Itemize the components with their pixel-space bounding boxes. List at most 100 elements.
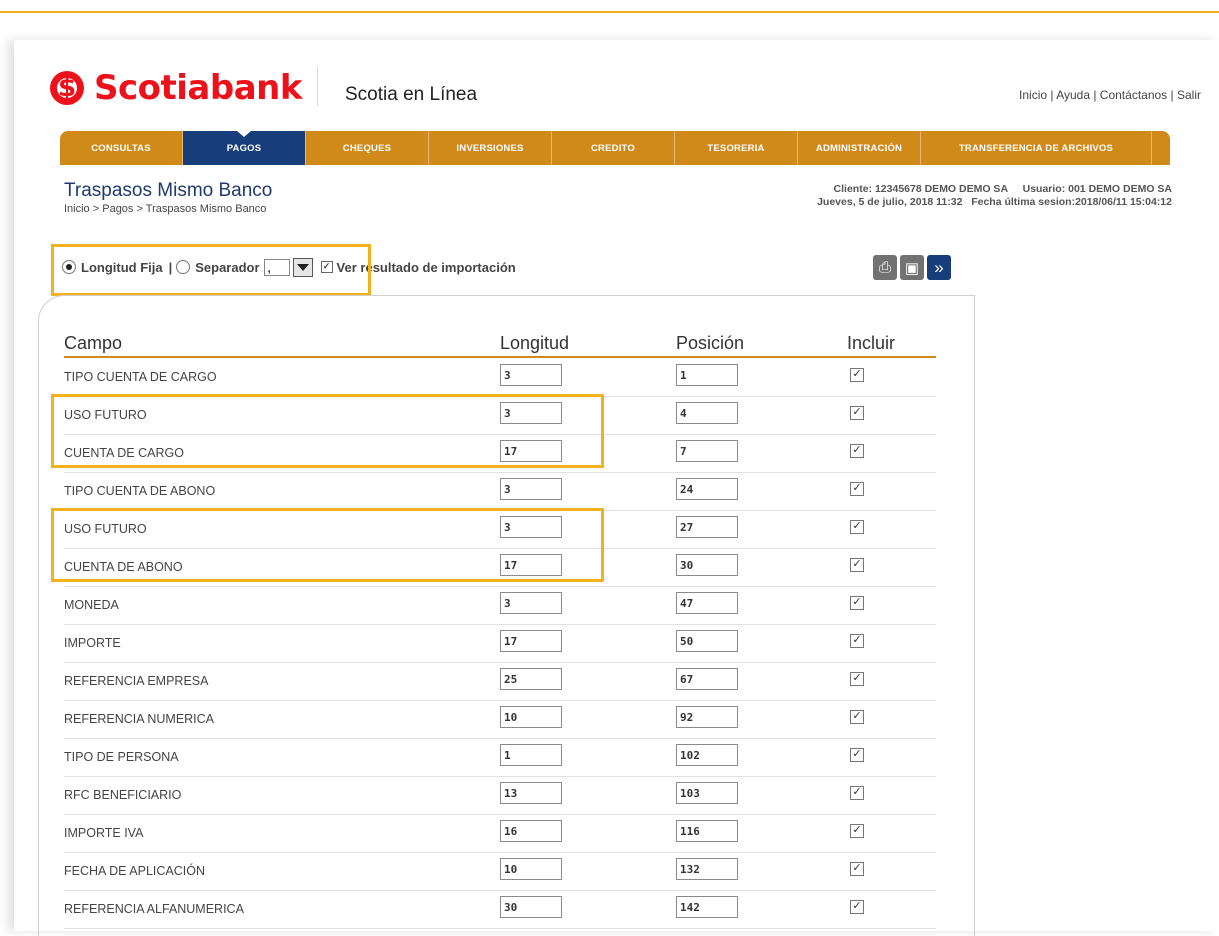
length-input[interactable] bbox=[500, 478, 562, 500]
breadcrumb-inicio[interactable]: Inicio bbox=[64, 203, 90, 215]
table-row: IMPORTE ✓ bbox=[64, 624, 936, 663]
include-checkbox[interactable]: ✓ bbox=[850, 634, 864, 648]
header-campo: Campo bbox=[64, 333, 123, 353]
include-checkbox[interactable]: ✓ bbox=[850, 520, 864, 534]
nav-pagos[interactable]: PAGOS bbox=[183, 131, 306, 165]
include-checkbox[interactable]: ✓ bbox=[850, 672, 864, 686]
field-name: FECHA DE APLICACIÓN bbox=[64, 864, 206, 878]
include-checkbox[interactable]: ✓ bbox=[850, 862, 864, 876]
position-input[interactable] bbox=[676, 668, 738, 690]
nav-administracion[interactable]: ADMINISTRACIÓN bbox=[798, 131, 921, 165]
top-accent-line bbox=[0, 11, 1219, 13]
highlight-abono-fields bbox=[51, 508, 604, 582]
table-row: TIPO CUENTA DE ABONO ✓ bbox=[64, 472, 936, 511]
nav-cheques[interactable]: CHEQUES bbox=[306, 131, 429, 165]
breadcrumb-pagos[interactable]: Pagos bbox=[102, 203, 133, 215]
nav-inversiones[interactable]: INVERSIONES bbox=[429, 131, 552, 165]
position-input[interactable] bbox=[676, 706, 738, 728]
length-input[interactable] bbox=[500, 820, 562, 842]
include-checkbox[interactable]: ✓ bbox=[850, 900, 864, 914]
scotiabank-logo-icon bbox=[50, 71, 84, 105]
include-checkbox[interactable]: ✓ bbox=[850, 824, 864, 838]
field-name: MONEDA bbox=[64, 598, 119, 612]
table-row: REFERENCIA EMPRESA ✓ bbox=[64, 662, 936, 701]
header-posicion: Posición bbox=[676, 333, 745, 353]
field-name: REFERENCIA ALFANUMERICA bbox=[64, 902, 244, 916]
table-row: REFERENCIA ALFANUMERICA ✓ bbox=[64, 890, 936, 929]
scotiabank-logo[interactable]: Scotiabank bbox=[50, 68, 302, 108]
include-checkbox[interactable]: ✓ bbox=[850, 406, 864, 420]
position-input[interactable] bbox=[676, 440, 738, 462]
top-links: Inicio | Ayuda | Contáctanos | Salir bbox=[1019, 88, 1201, 102]
header-incluir: Incluir bbox=[847, 333, 896, 353]
position-input[interactable] bbox=[676, 478, 738, 500]
field-name: RFC BENEFICIARIO bbox=[64, 788, 182, 802]
session-info-line1: Cliente: 12345678 DEMO DEMO SA Usuario: … bbox=[834, 183, 1172, 195]
table-row: MONEDA ✓ bbox=[64, 586, 936, 625]
include-checkbox[interactable]: ✓ bbox=[850, 558, 864, 572]
length-input[interactable] bbox=[500, 744, 562, 766]
position-input[interactable] bbox=[676, 820, 738, 842]
position-input[interactable] bbox=[676, 364, 738, 386]
length-input[interactable] bbox=[500, 364, 562, 386]
nav-tesoreria[interactable]: TESORERIA bbox=[675, 131, 798, 165]
current-date: Jueves, 5 de julio, 2018 11:32 bbox=[817, 196, 963, 208]
field-name: REFERENCIA EMPRESA bbox=[64, 674, 209, 688]
position-input[interactable] bbox=[676, 402, 738, 424]
link-ayuda[interactable]: Ayuda bbox=[1056, 88, 1090, 102]
length-input[interactable] bbox=[500, 706, 562, 728]
field-name: TIPO CUENTA DE CARGO bbox=[64, 370, 217, 384]
nav-transferencia-de-archivos[interactable]: TRANSFERENCIA DE ARCHIVOS bbox=[921, 131, 1152, 165]
table-row: FECHA DE APLICACIÓN ✓ bbox=[64, 852, 936, 891]
nav-consultas[interactable]: CONSULTAS bbox=[60, 131, 183, 165]
client-info: Cliente: 12345678 DEMO DEMO SA bbox=[833, 183, 1009, 195]
field-name: TIPO DE PERSONA bbox=[64, 750, 179, 764]
include-checkbox[interactable]: ✓ bbox=[850, 596, 864, 610]
field-name: IMPORTE IVA bbox=[64, 826, 144, 840]
highlight-cargo-fields bbox=[51, 394, 604, 468]
next-icon[interactable]: » bbox=[927, 255, 951, 280]
position-input[interactable] bbox=[676, 592, 738, 614]
position-input[interactable] bbox=[676, 858, 738, 880]
position-input[interactable] bbox=[676, 782, 738, 804]
header-longitud: Longitud bbox=[500, 333, 570, 353]
length-input[interactable] bbox=[500, 858, 562, 880]
position-input[interactable] bbox=[676, 554, 738, 576]
link-contactanos[interactable]: Contáctanos bbox=[1100, 88, 1167, 102]
highlight-options bbox=[51, 244, 371, 296]
length-input[interactable] bbox=[500, 896, 562, 918]
session-info-line2: Jueves, 5 de julio, 2018 11:32 Fecha últ… bbox=[817, 196, 1172, 208]
include-checkbox[interactable]: ✓ bbox=[850, 368, 864, 382]
include-checkbox[interactable]: ✓ bbox=[850, 444, 864, 458]
include-checkbox[interactable]: ✓ bbox=[850, 786, 864, 800]
product-name: Scotia en Línea bbox=[345, 84, 478, 105]
length-input[interactable] bbox=[500, 782, 562, 804]
position-input[interactable] bbox=[676, 630, 738, 652]
position-input[interactable] bbox=[676, 516, 738, 538]
table-row: REFERENCIA NUMERICA ✓ bbox=[64, 700, 936, 739]
field-name: IMPORTE bbox=[64, 636, 121, 650]
link-inicio[interactable]: Inicio bbox=[1019, 88, 1047, 102]
brand-name: Scotiabank bbox=[94, 68, 302, 108]
breadcrumb-current: Traspasos Mismo Banco bbox=[145, 203, 267, 215]
position-input[interactable] bbox=[676, 744, 738, 766]
header-divider bbox=[317, 66, 318, 106]
save-icon[interactable]: ▣ bbox=[900, 255, 924, 280]
length-input[interactable] bbox=[500, 630, 562, 652]
position-input[interactable] bbox=[676, 896, 738, 918]
page-title: Traspasos Mismo Banco bbox=[64, 180, 273, 201]
include-checkbox[interactable]: ✓ bbox=[850, 482, 864, 496]
length-input[interactable] bbox=[500, 592, 562, 614]
user-info: Usuario: 001 DEMO DEMO SA bbox=[1022, 183, 1172, 195]
nav-credito[interactable]: CREDITO bbox=[552, 131, 675, 165]
table-row: TIPO CUENTA DE CARGO ✓ bbox=[64, 358, 936, 397]
link-salir[interactable]: Salir bbox=[1177, 88, 1201, 102]
print-icon[interactable]: ⎙ bbox=[873, 255, 897, 280]
field-name: TIPO CUENTA DE ABONO bbox=[64, 484, 216, 498]
table-row: IMPORTE IVA ✓ bbox=[64, 814, 936, 853]
include-checkbox[interactable]: ✓ bbox=[850, 710, 864, 724]
breadcrumb: Inicio > Pagos > Traspasos Mismo Banco bbox=[64, 203, 267, 215]
length-input[interactable] bbox=[500, 668, 562, 690]
last-session: Fecha última sesion:2018/06/11 15:04:12 bbox=[971, 196, 1172, 208]
include-checkbox[interactable]: ✓ bbox=[850, 748, 864, 762]
